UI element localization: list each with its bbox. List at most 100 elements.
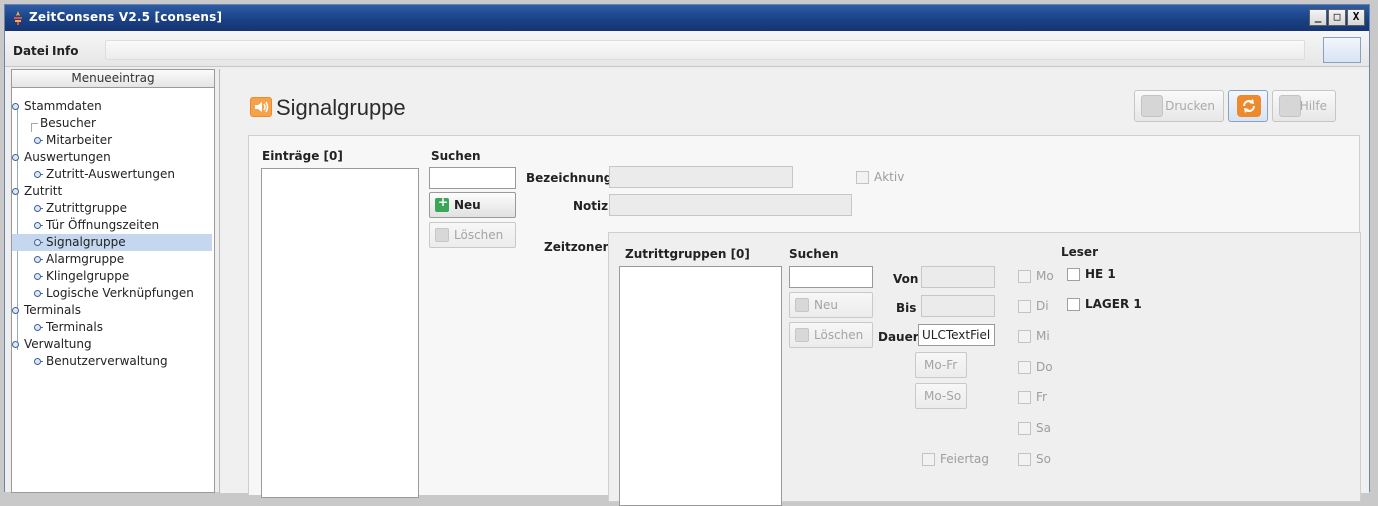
tree-expand-icon[interactable] (12, 154, 21, 161)
title-bar: ZeitConsens V2.5 [consens] _ □ X (5, 5, 1369, 31)
bezeichnung-label: Bezeichnung (526, 171, 613, 185)
add-icon (795, 298, 809, 312)
menu-datei[interactable]: Datei (13, 44, 49, 58)
bis-label: Bis (896, 301, 917, 315)
leser-label: Leser (1061, 245, 1098, 259)
day-checkbox-do[interactable] (1018, 361, 1031, 374)
zeitzonen-delete-button[interactable]: Löschen (789, 322, 873, 348)
tree-expand-icon[interactable] (12, 307, 21, 314)
plus-icon: + (438, 195, 449, 209)
tree-node-icon (34, 222, 43, 229)
dauer-label: Dauer (878, 330, 919, 344)
tree-node-icon (34, 239, 43, 246)
day-label-so: So (1036, 452, 1051, 466)
reader-checkbox-lager1[interactable] (1067, 298, 1080, 311)
day-label-mi: Mi (1036, 329, 1050, 343)
sidebar-item-stammdaten[interactable]: Stammdaten (12, 98, 214, 115)
notiz-input[interactable] (609, 194, 852, 216)
tree-expand-icon[interactable] (12, 103, 21, 110)
entries-new-button[interactable]: + Neu (429, 192, 516, 218)
zeitzonen-label: Zeitzonen (544, 240, 612, 254)
sidebar-item-benutzerverwaltung[interactable]: Benutzerverwaltung (12, 353, 214, 370)
window-title: ZeitConsens V2.5 [consens] (29, 10, 223, 24)
tree-node-icon (34, 358, 43, 365)
von-label: Von (893, 272, 919, 286)
dauer-input[interactable]: ULCTextFiel (918, 324, 995, 346)
sidebar-item-zutritt-auswertungen[interactable]: Zutritt-Auswertungen (12, 166, 214, 183)
refresh-button[interactable] (1228, 90, 1268, 122)
tree-expand-icon[interactable] (12, 341, 21, 348)
entries-search-input[interactable] (429, 167, 516, 189)
zutrittgruppen-list[interactable] (619, 266, 782, 506)
signal-group-icon (250, 97, 272, 117)
sidebar-item-besucher[interactable]: Besucher (12, 115, 214, 132)
sidebar-item-tuer-oeffnungszeiten[interactable]: Tür Öffnungszeiten (12, 217, 214, 234)
tree-node-icon (34, 205, 43, 212)
bezeichnung-input[interactable] (609, 166, 793, 188)
aktiv-checkbox[interactable] (856, 171, 869, 184)
printer-icon (1141, 95, 1163, 117)
mo-fr-button[interactable]: Mo-Fr (915, 352, 967, 378)
delete-icon (435, 228, 449, 242)
reader-checkbox-he1[interactable] (1067, 268, 1080, 281)
window-controls: _ □ X (1309, 9, 1365, 27)
page-title: Signalgruppe (276, 95, 406, 120)
entries-list[interactable] (261, 168, 419, 498)
menu-info[interactable]: Info (52, 44, 78, 58)
maximize-button[interactable]: □ (1328, 9, 1346, 26)
sidebar-item-verwaltung[interactable]: Verwaltung (12, 336, 214, 353)
refresh-icon (1237, 95, 1261, 117)
day-checkbox-so[interactable] (1018, 453, 1031, 466)
zeitzonen-search-input[interactable] (789, 266, 873, 288)
aktiv-label: Aktiv (874, 170, 905, 184)
sidebar-item-mitarbeiter[interactable]: Mitarbeiter (12, 132, 214, 149)
tree-node-icon (34, 273, 43, 280)
zutrittgruppen-label: Zutrittgruppen [0] (625, 247, 750, 261)
toolbar-strip (105, 40, 1305, 60)
day-checkbox-di[interactable] (1018, 300, 1031, 313)
reader-label-lager1: LAGER 1 (1085, 297, 1142, 311)
entries-delete-button[interactable]: Löschen (429, 222, 516, 248)
zeitzonen-new-button[interactable]: Neu (789, 292, 873, 318)
main-panel: Signalgruppe Drucken Hilfe Einträge [0] … (219, 69, 1369, 506)
tree-node-icon (34, 290, 43, 297)
app-icon (14, 11, 22, 25)
help-icon (1279, 95, 1301, 117)
bis-input[interactable] (921, 295, 995, 317)
sidebar-item-klingelgruppe[interactable]: Klingelgruppe (12, 268, 214, 285)
application-window: ZeitConsens V2.5 [consens] _ □ X Datei I… (4, 4, 1370, 506)
notiz-label: Notiz (573, 199, 609, 213)
tree-node-icon (34, 256, 43, 263)
day-label-sa: Sa (1036, 421, 1051, 435)
menu-bar: Datei Info (5, 31, 1369, 67)
sidebar-item-terminals[interactable]: Terminals (12, 319, 214, 336)
von-input[interactable] (921, 266, 995, 288)
page-title-block: Signalgruppe (250, 95, 406, 121)
sidebar-header: Menueeintrag (12, 70, 214, 88)
close-button[interactable]: X (1347, 9, 1365, 26)
sidebar-item-terminals-group[interactable]: Terminals (12, 302, 214, 319)
minimize-button[interactable]: _ (1309, 9, 1327, 26)
help-button[interactable]: Hilfe (1272, 90, 1336, 122)
sidebar-item-auswertungen[interactable]: Auswertungen (12, 149, 214, 166)
day-checkbox-fr[interactable] (1018, 391, 1031, 404)
feiertag-checkbox[interactable] (922, 453, 935, 466)
sidebar-item-zutrittgruppe[interactable]: Zutrittgruppe (12, 200, 214, 217)
zeitzonen-panel: Zutrittgruppen [0] Suchen Neu Löschen Vo… (608, 232, 1361, 506)
sidebar-item-logische-verknuepfungen[interactable]: Logische Verknüpfungen (12, 285, 214, 302)
day-checkbox-mi[interactable] (1018, 330, 1031, 343)
print-button[interactable]: Drucken (1134, 90, 1224, 122)
zeitzonen-search-label: Suchen (789, 247, 839, 261)
toolbar-toggle-button[interactable] (1323, 37, 1361, 63)
day-checkbox-sa[interactable] (1018, 422, 1031, 435)
tree-expand-icon[interactable] (12, 188, 21, 195)
sidebar-item-zutritt[interactable]: Zutritt (12, 183, 214, 200)
sidebar-item-signalgruppe[interactable]: Signalgruppe (12, 234, 212, 251)
day-checkbox-mo[interactable] (1018, 270, 1031, 283)
sidebar-item-alarmgruppe[interactable]: Alarmgruppe (12, 251, 214, 268)
delete-icon (795, 328, 809, 342)
tree-node-icon (34, 324, 43, 331)
day-label-do: Do (1036, 360, 1053, 374)
mo-so-button[interactable]: Mo-So (915, 383, 967, 409)
entries-search-label: Suchen (431, 149, 481, 163)
